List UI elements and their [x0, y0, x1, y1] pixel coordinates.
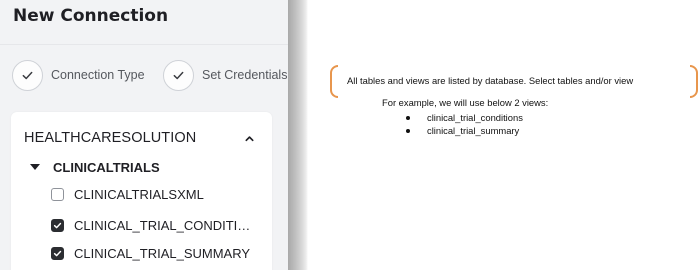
list-item: clinical_trial_summary	[406, 124, 548, 137]
example-intro: For example, we will use below 2 views:	[382, 97, 549, 108]
left-bracket	[330, 65, 338, 98]
checkbox[interactable]	[51, 187, 64, 201]
step-set-credentials[interactable]: Set Credentials	[163, 59, 287, 91]
bullet-icon	[406, 128, 410, 133]
list-item-text: clinical_trial_conditions	[427, 112, 523, 123]
tree-item-clinicaltrialsxml[interactable]: CLINICALTRIALSXML	[51, 185, 256, 203]
list-item: clinical_trial_conditions	[406, 111, 548, 124]
example-note: For example, we will use below 2 views: …	[382, 97, 548, 137]
chevron-up-icon[interactable]	[242, 131, 256, 145]
database-name: HEALTHCARESOLUTION	[24, 130, 197, 146]
step-complete-check-icon	[12, 59, 43, 91]
list-item-text: clinical_trial_summary	[427, 125, 520, 136]
bullet-icon	[406, 115, 410, 120]
tree-item-label: CLINICAL_TRIAL_SUMMARY	[74, 245, 251, 261]
tree-item-label: CLINICAL_TRIAL_CONDITIONS	[74, 217, 256, 233]
database-row[interactable]: HEALTHCARESOLUTION	[24, 128, 256, 148]
step-connection-type[interactable]: Connection Type	[12, 59, 145, 91]
step-label: Connection Type	[51, 68, 145, 82]
database-tree: HEALTHCARESOLUTION CLINICALTRIALS CLINIC…	[11, 112, 272, 270]
checkbox-checked[interactable]	[51, 218, 64, 232]
step-label: Set Credentials	[202, 68, 288, 82]
connection-panel: New Connection Connection Type Set Crede…	[0, 0, 288, 270]
caret-down-icon[interactable]	[30, 164, 40, 170]
tree-item-label: CLINICALTRIALSXML	[74, 186, 204, 202]
schema-row[interactable]: CLINICALTRIALS	[30, 158, 160, 176]
right-bracket	[690, 65, 698, 98]
checkbox-checked[interactable]	[51, 246, 64, 260]
example-list: clinical_trial_conditions clinical_trial…	[382, 111, 548, 137]
step-complete-check-icon	[163, 59, 194, 91]
panel-separator	[288, 0, 308, 270]
schema-name: CLINICALTRIALS	[53, 159, 160, 175]
tree-item-clinical-trial-summary[interactable]: CLINICAL_TRIAL_SUMMARY	[51, 244, 256, 262]
panel-title: New Connection	[13, 6, 169, 26]
instruction-callout: All tables and views are listed by datab…	[330, 65, 698, 98]
tree-item-clinical-trial-conditions[interactable]: CLINICAL_TRIAL_CONDITIONS	[51, 216, 256, 234]
title-divider	[0, 44, 288, 45]
callout-text: All tables and views are listed by datab…	[347, 75, 634, 86]
